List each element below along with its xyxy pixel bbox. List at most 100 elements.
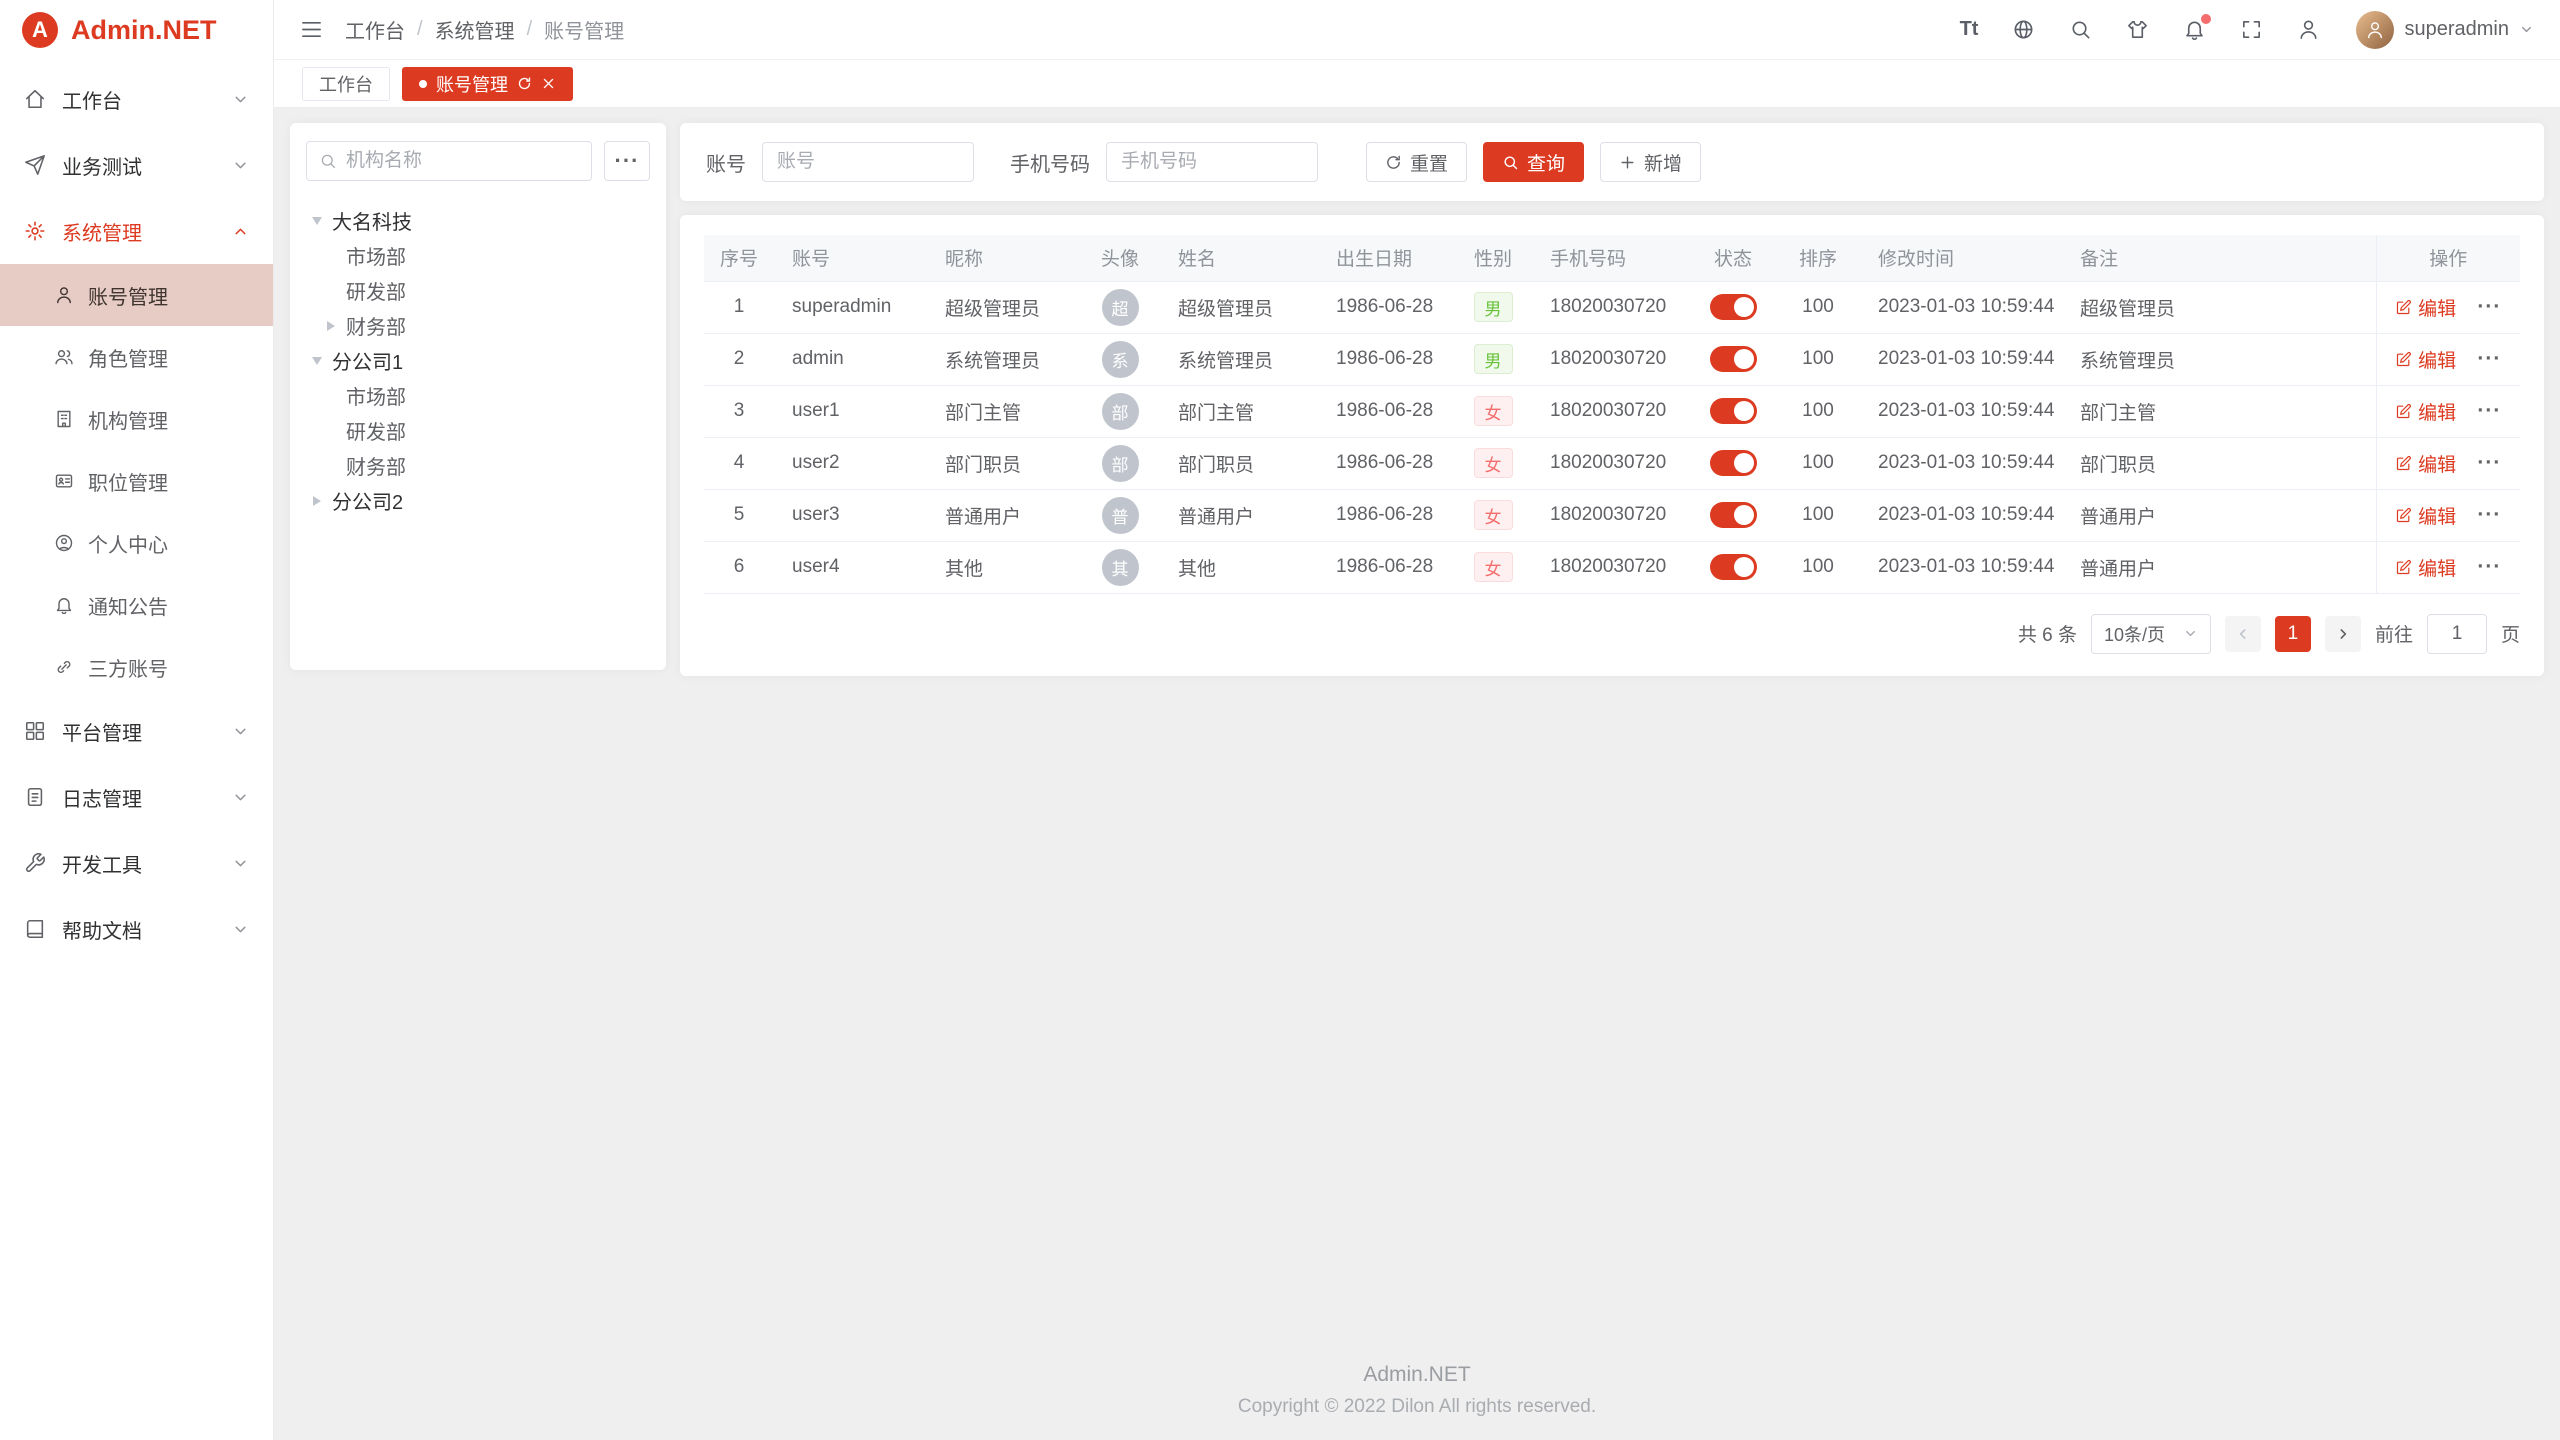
edit-button[interactable]: 编辑 <box>2395 502 2456 529</box>
page-footer: Admin.NET Copyright © 2022 Dilon All rig… <box>274 1363 2560 1440</box>
org-name-field[interactable] <box>346 150 579 172</box>
org-tree: 大名科技 市场部 研发部 财务部 分公司1 市场部 <box>306 203 650 518</box>
tree-node-company[interactable]: 分公司1 <box>306 343 650 378</box>
sidebar-item-third-party-account[interactable]: 三方账号 <box>0 636 273 698</box>
sidebar-item-system-management[interactable]: 系统管理 <box>0 198 273 264</box>
refresh-icon[interactable] <box>517 76 532 91</box>
theme-skin-icon[interactable] <box>2126 18 2149 41</box>
org-search-input[interactable] <box>306 141 592 181</box>
col-birth: 出生日期 <box>1318 235 1454 281</box>
edit-button[interactable]: 编辑 <box>2395 294 2456 321</box>
font-size-icon[interactable]: Tt <box>1960 18 1979 41</box>
user-center-icon[interactable] <box>2297 18 2320 41</box>
cell-actions: 编辑 ··· <box>2376 281 2520 333</box>
collapse-menu-icon[interactable] <box>300 18 323 41</box>
tab-account-management[interactable]: 账号管理 <box>402 67 573 101</box>
cell-gender: 男 <box>1454 333 1532 385</box>
more-actions-button[interactable]: ··· <box>2477 503 2501 526</box>
more-actions-button[interactable]: ··· <box>2477 347 2501 370</box>
tree-node-dept[interactable]: 市场部 <box>306 238 650 273</box>
table-row: 4 user2 部门职员 部 部门职员 1986-06-28 女 1802003… <box>704 437 2520 489</box>
search-icon[interactable] <box>2069 18 2092 41</box>
sidebar-item-account-management[interactable]: 账号管理 <box>0 264 273 326</box>
more-actions-button[interactable]: ··· <box>2477 295 2501 318</box>
tree-node-company[interactable]: 大名科技 <box>306 203 650 238</box>
edit-button[interactable]: 编辑 <box>2395 554 2456 581</box>
caret-right-icon[interactable] <box>308 492 326 510</box>
sidebar-item-org-management[interactable]: 机构管理 <box>0 388 273 450</box>
col-account: 账号 <box>774 235 927 281</box>
notifications-button[interactable] <box>2183 18 2206 41</box>
sidebar-item-personal-center[interactable]: 个人中心 <box>0 512 273 574</box>
cell-avatar: 部 <box>1080 385 1160 437</box>
status-toggle[interactable] <box>1710 294 1757 320</box>
org-more-button[interactable]: ··· <box>604 141 650 181</box>
sidebar-item-role-management[interactable]: 角色管理 <box>0 326 273 388</box>
account-field[interactable] <box>777 151 959 173</box>
id-card-icon <box>54 471 74 491</box>
caret-right-icon[interactable] <box>322 317 340 335</box>
avatar: 部 <box>1102 445 1139 482</box>
add-button[interactable]: 新增 <box>1600 142 1701 182</box>
caret-down-icon[interactable] <box>308 212 326 230</box>
status-toggle[interactable] <box>1710 346 1757 372</box>
next-page-button[interactable] <box>2325 616 2361 652</box>
account-filter-input[interactable] <box>762 142 974 182</box>
phone-field[interactable] <box>1121 151 1303 173</box>
sidebar-item-help-docs[interactable]: 帮助文档 <box>0 896 273 962</box>
sidebar-item-position-management[interactable]: 职位管理 <box>0 450 273 512</box>
sidebar-item-dev-tools[interactable]: 开发工具 <box>0 830 273 896</box>
sidebar-item-log-management[interactable]: 日志管理 <box>0 764 273 830</box>
reset-button[interactable]: 重置 <box>1366 142 1467 182</box>
sidebar-item-label: 职位管理 <box>88 467 168 496</box>
cell-birth: 1986-06-28 <box>1318 489 1454 541</box>
status-toggle[interactable] <box>1710 502 1757 528</box>
status-toggle[interactable] <box>1710 398 1757 424</box>
cell-sort: 100 <box>1776 281 1860 333</box>
user-menu[interactable]: superadmin <box>2356 11 2534 49</box>
edit-icon <box>2395 351 2412 368</box>
tree-node-dept[interactable]: 财务部 <box>306 448 650 483</box>
tree-node-dept[interactable]: 财务部 <box>306 308 650 343</box>
sidebar-item-notice[interactable]: 通知公告 <box>0 574 273 636</box>
tree-node-dept[interactable]: 研发部 <box>306 413 650 448</box>
tab-workbench[interactable]: 工作台 <box>302 67 390 101</box>
more-actions-button[interactable]: ··· <box>2477 399 2501 422</box>
sidebar-item-label: 账号管理 <box>88 281 168 310</box>
sidebar-item-platform-management[interactable]: 平台管理 <box>0 698 273 764</box>
cell-phone: 18020030720 <box>1532 385 1690 437</box>
cell-gender: 女 <box>1454 437 1532 489</box>
phone-filter-input[interactable] <box>1106 142 1318 182</box>
page-size-select[interactable]: 10条/页 <box>2091 614 2211 654</box>
breadcrumb-item[interactable]: 工作台 <box>345 15 405 44</box>
more-actions-button[interactable]: ··· <box>2477 555 2501 578</box>
breadcrumb-item[interactable]: 系统管理 <box>435 15 515 44</box>
close-icon[interactable] <box>541 76 556 91</box>
tree-node-company[interactable]: 分公司2 <box>306 483 650 518</box>
cell-modified: 2023-01-03 10:59:44 <box>1860 489 2062 541</box>
edit-button[interactable]: 编辑 <box>2395 346 2456 373</box>
sidebar-item-label: 开发工具 <box>62 849 142 878</box>
search-button[interactable]: 查询 <box>1483 142 1584 182</box>
goto-page-input[interactable] <box>2427 614 2487 654</box>
language-icon[interactable] <box>2012 18 2035 41</box>
page-number-button[interactable]: 1 <box>2275 616 2311 652</box>
goto-label: 前往 <box>2375 620 2413 647</box>
prev-page-button[interactable] <box>2225 616 2261 652</box>
edit-button[interactable]: 编辑 <box>2395 450 2456 477</box>
users-icon <box>54 347 74 367</box>
tree-node-dept[interactable]: 市场部 <box>306 378 650 413</box>
caret-down-icon[interactable] <box>308 352 326 370</box>
cell-index: 3 <box>704 385 774 437</box>
status-toggle[interactable] <box>1710 554 1757 580</box>
sidebar-item-workbench[interactable]: 工作台 <box>0 66 273 132</box>
sidebar-item-business-test[interactable]: 业务测试 <box>0 132 273 198</box>
user-icon <box>54 285 74 305</box>
fullscreen-icon[interactable] <box>2240 18 2263 41</box>
chevron-down-icon <box>232 723 249 740</box>
status-toggle[interactable] <box>1710 450 1757 476</box>
more-actions-button[interactable]: ··· <box>2477 451 2501 474</box>
edit-button[interactable]: 编辑 <box>2395 398 2456 425</box>
col-status: 状态 <box>1690 235 1776 281</box>
tree-node-dept[interactable]: 研发部 <box>306 273 650 308</box>
